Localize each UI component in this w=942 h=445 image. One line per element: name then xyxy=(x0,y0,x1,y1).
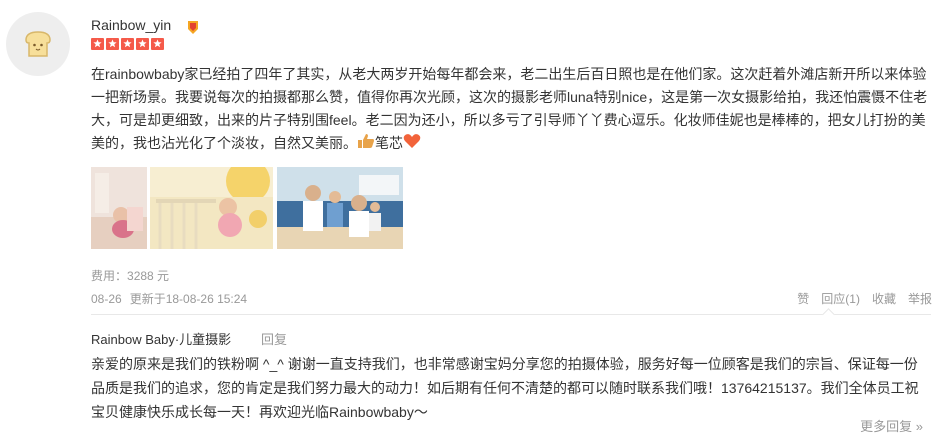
shop-reply-text: 亲爱的原来是我们的铁粉啊 ^_^ 谢谢一直支持我们，也非常感谢宝妈分享您的拍摄体… xyxy=(91,356,919,420)
review-actions: 赞 回应(1) 收藏 举报 xyxy=(785,290,932,307)
fee-label: 费用： xyxy=(91,269,128,283)
username[interactable]: Rainbow_yin xyxy=(91,17,171,33)
avatar[interactable] xyxy=(6,12,70,76)
thumbs-up-icon xyxy=(357,133,375,156)
shop-reply-button[interactable]: 回复 xyxy=(261,329,287,348)
shop-name[interactable]: Rainbow Baby·儿童摄影 xyxy=(91,329,231,348)
review-body: 在rainbowbaby家已经拍了四年了其实，从老大两岁开始每年都会来，老二出生… xyxy=(91,66,928,151)
heart-icon xyxy=(403,133,421,156)
report-button[interactable]: 举报 xyxy=(908,290,932,307)
photo-thumbnail[interactable] xyxy=(91,167,147,249)
review-text: 在rainbowbaby家已经拍了四年了其实，从老大两岁开始每年都会来，老二出生… xyxy=(91,63,931,156)
reply-pointer xyxy=(822,308,835,321)
emoji-text: 笔芯 xyxy=(375,135,403,151)
fee-info: 费用：3288 元 xyxy=(91,267,169,284)
updated-time: 更新于18-08-26 15:24 xyxy=(129,292,248,306)
star-icon xyxy=(91,38,104,50)
divider xyxy=(91,314,931,315)
favorite-button[interactable]: 收藏 xyxy=(872,290,896,307)
star-icon xyxy=(121,38,134,50)
vip-badge-icon xyxy=(186,19,200,40)
toast-bread-icon xyxy=(25,31,51,57)
like-button[interactable]: 赞 xyxy=(797,290,809,307)
star-icon xyxy=(106,38,119,50)
more-replies-link[interactable]: 更多回复 » xyxy=(860,416,923,435)
star-icon xyxy=(136,38,149,50)
rating-stars xyxy=(91,38,164,50)
photo-thumbnail[interactable] xyxy=(150,167,273,249)
review-date: 08-26 xyxy=(91,292,122,306)
photo-thumbnail[interactable] xyxy=(277,167,403,249)
reply-button[interactable]: 回应(1) xyxy=(821,290,860,307)
fee-value: 3288 元 xyxy=(127,269,170,283)
review-meta: 08-26 更新于18-08-26 15:24 xyxy=(91,290,255,307)
star-icon xyxy=(151,38,164,50)
